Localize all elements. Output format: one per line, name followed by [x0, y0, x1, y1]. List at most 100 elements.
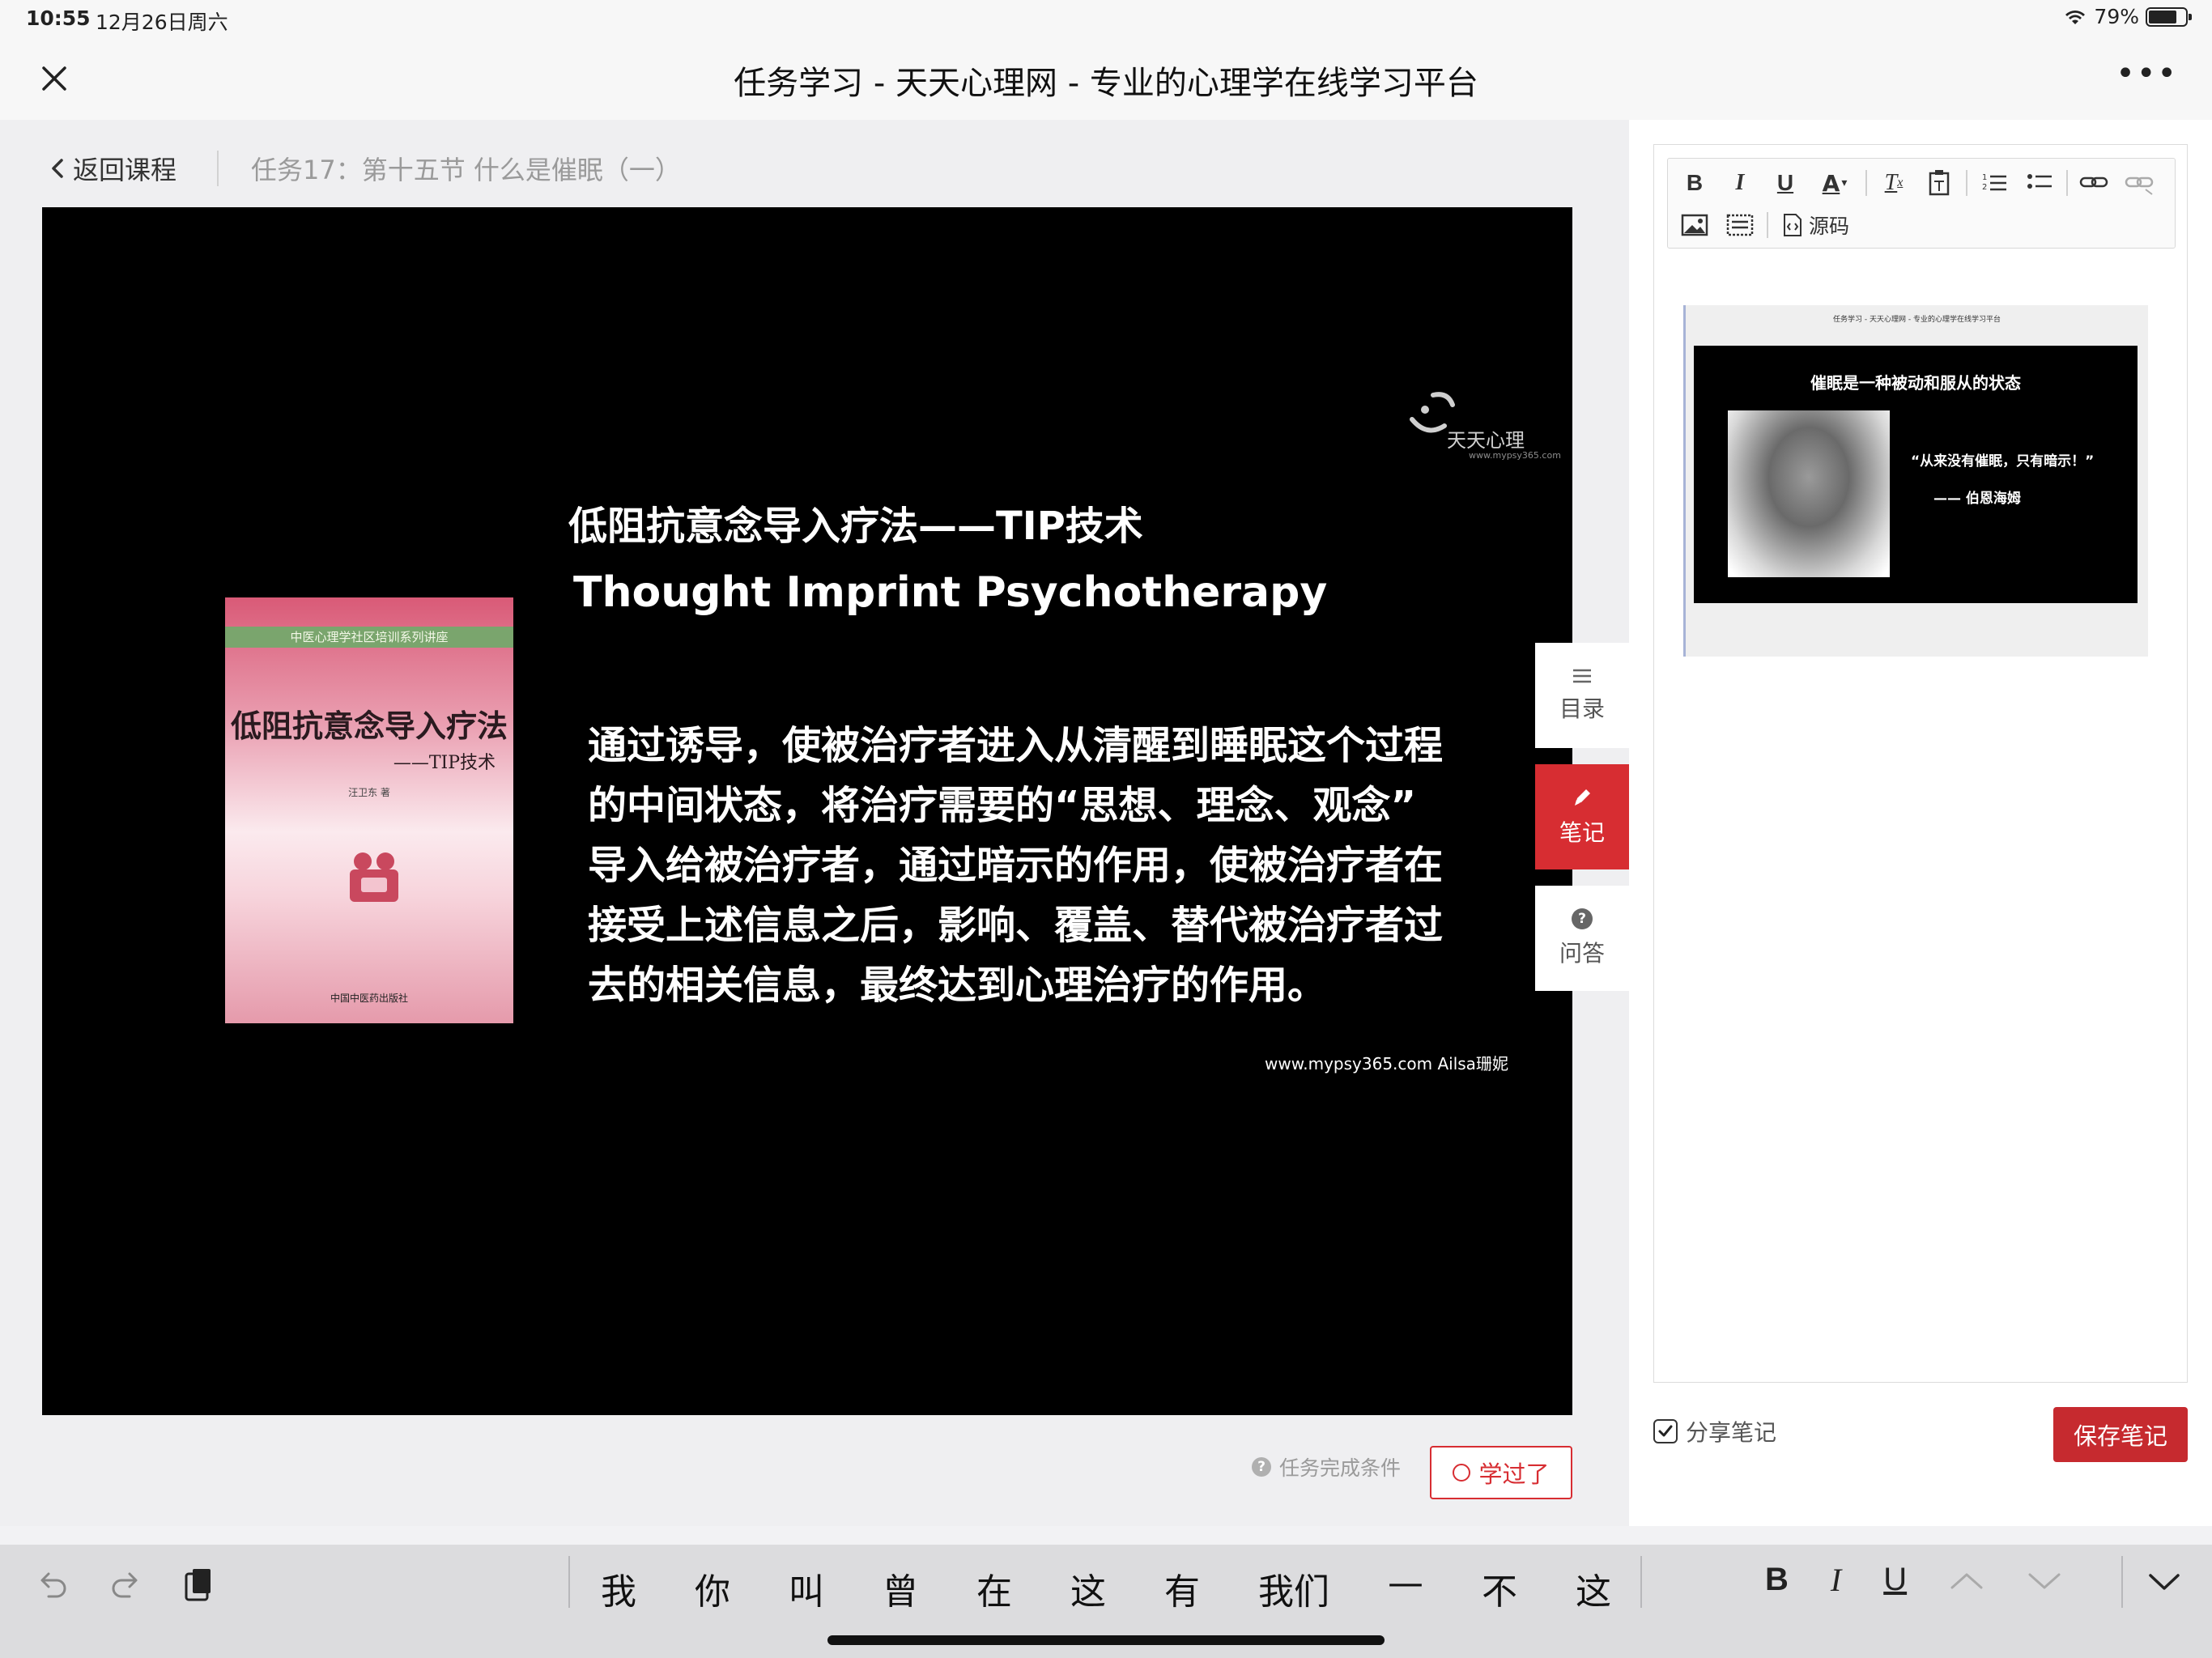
ordered-list-icon[interactable]: 1 2	[1976, 165, 2013, 201]
paste-text-icon[interactable]	[1921, 165, 1958, 201]
share-note-toggle[interactable]: 分享笔记	[1653, 1415, 1776, 1448]
slide-title-en: Thought Imprint Psychotherapy	[573, 568, 1328, 617]
svg-text:1: 1	[1982, 173, 1987, 182]
book-series: 中医心理学社区培训系列讲座	[225, 627, 513, 648]
tab-note-label: 笔记	[1559, 819, 1605, 846]
clear-x-icon: x	[1897, 176, 1904, 189]
thumbnail-quote: “从来没有催眠，只有暗示！”	[1911, 453, 2095, 470]
status-time: 10:55	[26, 6, 91, 30]
pencil-icon	[1575, 789, 1590, 806]
slide-body-line: 通过诱导，使被治疗者进入从清醒到睡眠这个过程	[588, 723, 1444, 768]
more-icon[interactable]: •••	[2116, 55, 2178, 92]
completion-condition-link[interactable]: ? 任务完成条件	[1252, 1452, 1401, 1482]
back-to-course-link[interactable]: 返回课程	[50, 150, 177, 187]
font-color-button[interactable]: A ▾	[1812, 165, 1857, 201]
candidate-word[interactable]: 我们	[1258, 1562, 1329, 1614]
breadcrumb-divider	[217, 151, 219, 186]
mark-learned-button[interactable]: 学过了	[1430, 1446, 1572, 1499]
keyboard-divider	[2121, 1556, 2123, 1608]
candidate-word[interactable]: 不	[1482, 1562, 1517, 1614]
tab-qa[interactable]: ? 问答	[1535, 886, 1629, 991]
book-title: 低阻抗意念导入疗法	[230, 708, 508, 744]
nav-bar: 任务学习 - 天天心理网 - 专业的心理学在线学习平台 •••	[0, 39, 2212, 120]
underline-button[interactable]: U	[1767, 165, 1804, 201]
font-color-label: A	[1822, 169, 1840, 197]
toolbar-row: 源码	[1676, 207, 1854, 243]
kb-bold-button[interactable]: B	[1765, 1562, 1789, 1598]
insert-block-icon[interactable]	[1721, 207, 1759, 243]
toolbar-divider	[1966, 170, 1967, 196]
logo-url: www.mypsy365.com	[1469, 450, 1561, 461]
clear-format-label: T	[1884, 170, 1898, 195]
source-file-icon	[1784, 214, 1802, 236]
chevron-down-icon[interactable]	[2027, 1568, 2062, 1592]
share-note-label: 分享笔记	[1686, 1419, 1777, 1446]
tab-note[interactable]: 笔记	[1535, 764, 1629, 869]
lesson-video[interactable]: 中医心理学社区培训系列讲座 低阻抗意念导入疗法 ——TIP技术 汪卫东 著 中国…	[42, 207, 1572, 1415]
share-checkbox[interactable]	[1653, 1419, 1678, 1443]
slide-body-line: 去的相关信息，最终达到心理治疗的作用。	[588, 963, 1327, 1008]
close-icon[interactable]	[34, 58, 74, 99]
save-note-button[interactable]: 保存笔记	[2053, 1407, 2188, 1462]
undo-icon[interactable]	[32, 1564, 73, 1605]
mark-learned-label: 学过了	[1478, 1460, 1550, 1488]
battery-icon	[2146, 6, 2192, 27]
keyboard-candidate-bar: 我 你 叫 曾 在 这 有 我们 — 不 这 B I U	[0, 1545, 2212, 1658]
candidate-word[interactable]: —	[1388, 1562, 1423, 1614]
book-author: 汪卫东 著	[348, 787, 390, 798]
question-icon: ?	[1252, 1457, 1271, 1477]
candidate-word[interactable]: 这	[1576, 1562, 1611, 1614]
note-screenshot-image[interactable]: 任务学习 - 天天心理网 - 专业的心理学在线学习平台 催眠是一种被动和服从的状…	[1683, 305, 2148, 657]
keyboard-divider	[568, 1556, 570, 1608]
slide-title: 低阻抗意念导入疗法——TIP技术	[568, 504, 1143, 549]
tab-toc-label: 目录	[1559, 695, 1605, 722]
clipboard-icon[interactable]	[178, 1564, 219, 1605]
slide-body-line: 的中间状态，将治疗需要的“思想、理念、观念”	[588, 783, 1417, 828]
home-indicator	[827, 1635, 1385, 1645]
candidate-list: 我 你 叫 曾 在 这 有 我们 — 不 这	[572, 1562, 1640, 1614]
image-icon[interactable]	[1676, 207, 1713, 243]
kb-italic-button[interactable]: I	[1831, 1561, 1841, 1599]
note-editor[interactable]: B I U A ▾ Tx 1 2 源码 任务学习 - 天天心理网 - 专业的心理…	[1653, 144, 2188, 1383]
candidate-word[interactable]: 曾	[883, 1562, 918, 1614]
candidate-word[interactable]: 在	[976, 1562, 1012, 1614]
back-label: 返回课程	[73, 155, 177, 185]
source-code-button[interactable]: 源码	[1776, 207, 1854, 243]
chevron-left-icon	[52, 159, 63, 178]
bullet-list-icon[interactable]	[2021, 165, 2058, 201]
circle-icon	[1453, 1464, 1471, 1482]
status-date: 12月26日周六	[96, 11, 228, 34]
kb-underline-button[interactable]: U	[1883, 1562, 1907, 1598]
wifi-icon	[2065, 10, 2086, 24]
source-code-label: 源码	[1809, 215, 1850, 238]
candidate-word[interactable]: 有	[1164, 1562, 1200, 1614]
editor-toolbar: B I U A ▾ Tx 1 2 源码	[1667, 158, 2176, 249]
bold-button[interactable]: B	[1676, 165, 1713, 201]
battery-level	[2149, 10, 2176, 23]
candidate-word[interactable]: 这	[1070, 1562, 1106, 1614]
caret-down-icon: ▾	[1841, 176, 1848, 189]
candidate-word[interactable]: 你	[695, 1562, 730, 1614]
candidate-word[interactable]: 我	[601, 1562, 636, 1614]
thumbnail-nav-title: 任务学习 - 天天心理网 - 专业的心理学在线学习平台	[1833, 316, 2001, 324]
keyboard-format-shortcuts: B I U	[1765, 1561, 2062, 1599]
redo-icon[interactable]	[105, 1564, 146, 1605]
link-icon[interactable]	[2076, 165, 2113, 201]
toolbar-divider	[1865, 170, 1867, 196]
tab-toc[interactable]: 目录	[1535, 643, 1629, 748]
italic-button[interactable]: I	[1721, 165, 1759, 201]
clear-format-button[interactable]: Tx	[1875, 165, 1912, 201]
candidate-word[interactable]: 叫	[789, 1562, 824, 1614]
status-bar: 10:55 12月26日周六 79%	[0, 0, 2212, 39]
unlink-icon[interactable]	[2121, 165, 2159, 201]
book-publisher: 中国中医药出版社	[330, 993, 408, 1004]
slide-body-line: 导入给被治疗者，通过暗示的作用，使被治疗者在	[588, 843, 1444, 888]
chevron-up-icon[interactable]	[1949, 1568, 1984, 1592]
question-icon: ?	[1572, 908, 1593, 929]
task-title: 任务17：第十五节 什么是催眠（一）	[251, 155, 681, 185]
slide-body-line: 接受上述信息之后，影响、覆盖、替代被治疗者过	[588, 903, 1444, 948]
toolbar-row: B I U A ▾ Tx 1 2	[1676, 165, 2159, 201]
dismiss-keyboard-icon[interactable]	[2144, 1566, 2184, 1598]
logo-name: 天天心理	[1447, 429, 1525, 452]
battery-percent: 79%	[2094, 5, 2139, 28]
